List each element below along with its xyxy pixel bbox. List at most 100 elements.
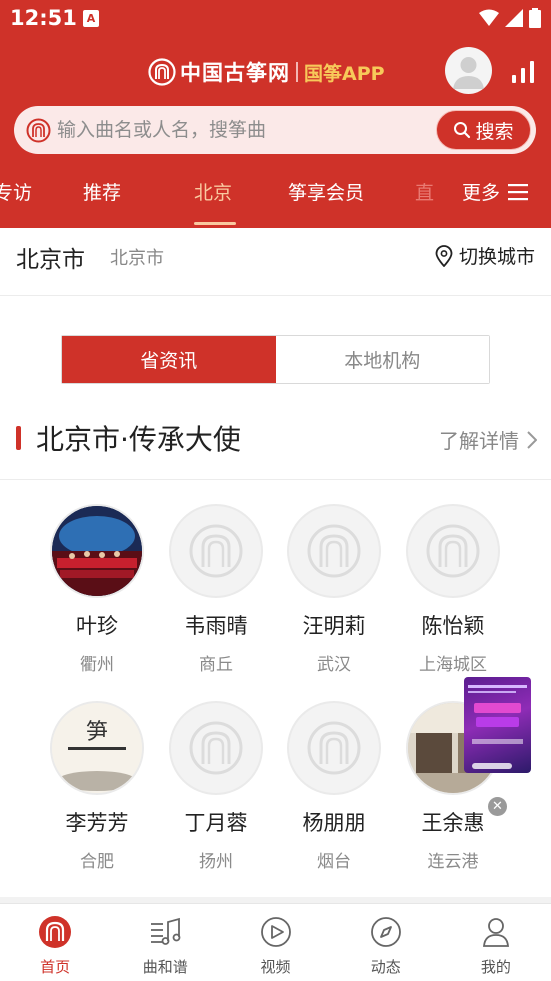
compass-icon bbox=[368, 914, 404, 950]
section-title: 北京市·传承大使 bbox=[36, 423, 241, 456]
ambassador-city: 上海城区 bbox=[419, 655, 487, 675]
ambassador-card[interactable]: 汪明莉 武汉 bbox=[275, 506, 393, 675]
nav-home[interactable]: 首页 bbox=[0, 904, 110, 981]
app-header: 中国古筝网 国筝APP bbox=[0, 44, 551, 100]
nav-music-score[interactable]: 曲和谱 bbox=[110, 904, 220, 981]
nav-feed[interactable]: 动态 bbox=[331, 904, 441, 981]
section-accent-bar bbox=[16, 426, 21, 450]
ambassador-name: 李芳芳 bbox=[65, 811, 129, 835]
signal-icon bbox=[505, 9, 523, 27]
status-icons bbox=[479, 8, 541, 28]
placeholder-logo-icon bbox=[307, 524, 361, 578]
nav-mine[interactable]: 我的 bbox=[441, 904, 551, 981]
ambassador-city: 合肥 bbox=[80, 852, 114, 872]
brand-app-name: 国筝APP bbox=[304, 62, 385, 85]
section-more-link[interactable]: 了解详情 bbox=[439, 425, 537, 454]
status-time: 12:51 bbox=[10, 6, 77, 30]
ambassador-card[interactable]: 丁月蓉 扬州 bbox=[157, 703, 275, 872]
ambassador-name: 叶珍 bbox=[76, 614, 118, 638]
nav-home-label: 首页 bbox=[40, 958, 71, 976]
ambassador-photo: 笋 bbox=[52, 703, 142, 793]
ambassador-photo bbox=[52, 506, 142, 596]
ambassador-photo bbox=[289, 703, 379, 793]
notification-app-icon: A bbox=[83, 10, 99, 27]
wifi-icon bbox=[479, 9, 499, 26]
play-circle-icon bbox=[258, 914, 294, 950]
ambassador-city: 武汉 bbox=[317, 655, 351, 675]
search-button[interactable]: 搜索 bbox=[436, 110, 531, 150]
placeholder-logo-icon bbox=[189, 721, 243, 775]
tab-live[interactable]: 直 bbox=[415, 178, 434, 205]
city-row: 北京市 北京市 切换城市 bbox=[0, 228, 551, 296]
placeholder-logo-icon bbox=[426, 524, 480, 578]
city-subname: 北京市 bbox=[110, 248, 164, 269]
tab-beijing[interactable]: 北京 bbox=[194, 178, 232, 205]
city-name: 北京市 bbox=[16, 247, 85, 273]
ambassador-city: 扬州 bbox=[199, 852, 233, 872]
nav-music-score-label: 曲和谱 bbox=[142, 958, 188, 976]
tab-recommend[interactable]: 推荐 bbox=[83, 178, 121, 205]
floating-promo-banner[interactable] bbox=[464, 677, 531, 773]
default-avatar-icon bbox=[453, 57, 484, 89]
tabs-more-button[interactable]: 更多 bbox=[460, 178, 529, 205]
switch-city-label: 切换城市 bbox=[458, 246, 535, 268]
nav-feed-label: 动态 bbox=[370, 958, 401, 976]
ambassador-photo bbox=[408, 506, 498, 596]
ambassador-city: 烟台 bbox=[317, 852, 351, 872]
brand-separator bbox=[296, 62, 298, 82]
placeholder-logo-icon bbox=[307, 721, 361, 775]
brand-logo: 中国古筝网 国筝APP bbox=[148, 58, 385, 86]
ambassador-card[interactable]: 韦雨晴 商丘 bbox=[157, 506, 275, 675]
battery-icon bbox=[529, 8, 541, 28]
tab-membership[interactable]: 筝享会员 bbox=[288, 178, 364, 205]
ambassador-city: 连云港 bbox=[427, 852, 479, 872]
segment-province-news[interactable]: 省资讯 bbox=[62, 336, 276, 383]
music-score-icon bbox=[147, 914, 183, 950]
ambassador-section-header: 北京市·传承大使 了解详情 bbox=[0, 408, 551, 480]
promo-graphic-icon bbox=[468, 685, 527, 769]
ambassador-card[interactable]: 笋 李芳芳 合肥 bbox=[38, 703, 156, 872]
nav-video-label: 视频 bbox=[260, 958, 291, 976]
status-bar: 12:51 A bbox=[0, 0, 551, 38]
brand-name: 中国古筝网 bbox=[180, 61, 290, 85]
svg-text:笋: 笋 bbox=[86, 720, 108, 745]
active-tab-indicator bbox=[194, 222, 236, 225]
search-button-label: 搜索 bbox=[475, 120, 514, 143]
location-pin-icon bbox=[435, 244, 453, 267]
tabs-more-label: 更多 bbox=[462, 182, 501, 204]
brand-logo-icon bbox=[148, 58, 176, 86]
menu-icon bbox=[508, 183, 529, 200]
studio-sign-photo-icon: 笋 bbox=[52, 703, 142, 793]
nav-video[interactable]: 视频 bbox=[220, 904, 330, 981]
stage-photo-icon bbox=[52, 506, 142, 596]
ambassador-photo bbox=[171, 506, 261, 596]
close-promo-icon[interactable]: ✕ bbox=[488, 797, 507, 816]
search-brand-icon bbox=[26, 118, 51, 143]
bottom-navigation: 首页 曲和谱 视频 动态 我的 bbox=[0, 903, 551, 981]
segment-local-institutions[interactable]: 本地机构 bbox=[275, 336, 489, 383]
search-bar: 搜索 bbox=[14, 106, 536, 154]
switch-city-button[interactable]: 切换城市 bbox=[435, 242, 535, 269]
ambassador-name: 汪明莉 bbox=[302, 614, 366, 638]
chevron-right-icon bbox=[527, 430, 537, 449]
ambassador-name: 韦雨晴 bbox=[184, 614, 248, 638]
info-segment-control: 省资讯 本地机构 bbox=[61, 335, 490, 384]
search-icon bbox=[454, 122, 471, 139]
ambassador-name: 杨朋朋 bbox=[302, 811, 366, 835]
search-input[interactable] bbox=[57, 115, 417, 145]
ambassador-card[interactable]: 叶珍 衢州 bbox=[38, 506, 156, 675]
ambassador-name: 陈怡颖 bbox=[421, 614, 485, 638]
nav-mine-label: 我的 bbox=[480, 958, 511, 976]
user-avatar[interactable] bbox=[445, 47, 492, 94]
stats-bars-icon[interactable] bbox=[510, 58, 536, 84]
user-icon bbox=[478, 914, 514, 950]
tab-interview[interactable]: 专访 bbox=[0, 178, 32, 205]
ambassador-name: 丁月蓉 bbox=[184, 811, 248, 835]
home-logo-icon bbox=[37, 914, 73, 950]
category-tabs: 专访 推荐 北京 筝享会员 直 更多 bbox=[0, 168, 551, 218]
ambassador-city: 商丘 bbox=[199, 655, 233, 675]
ambassador-city: 衢州 bbox=[80, 655, 114, 675]
section-more-label: 了解详情 bbox=[439, 429, 519, 453]
ambassador-card[interactable]: 陈怡颖 上海城区 bbox=[394, 506, 512, 675]
ambassador-card[interactable]: 杨朋朋 烟台 bbox=[275, 703, 393, 872]
